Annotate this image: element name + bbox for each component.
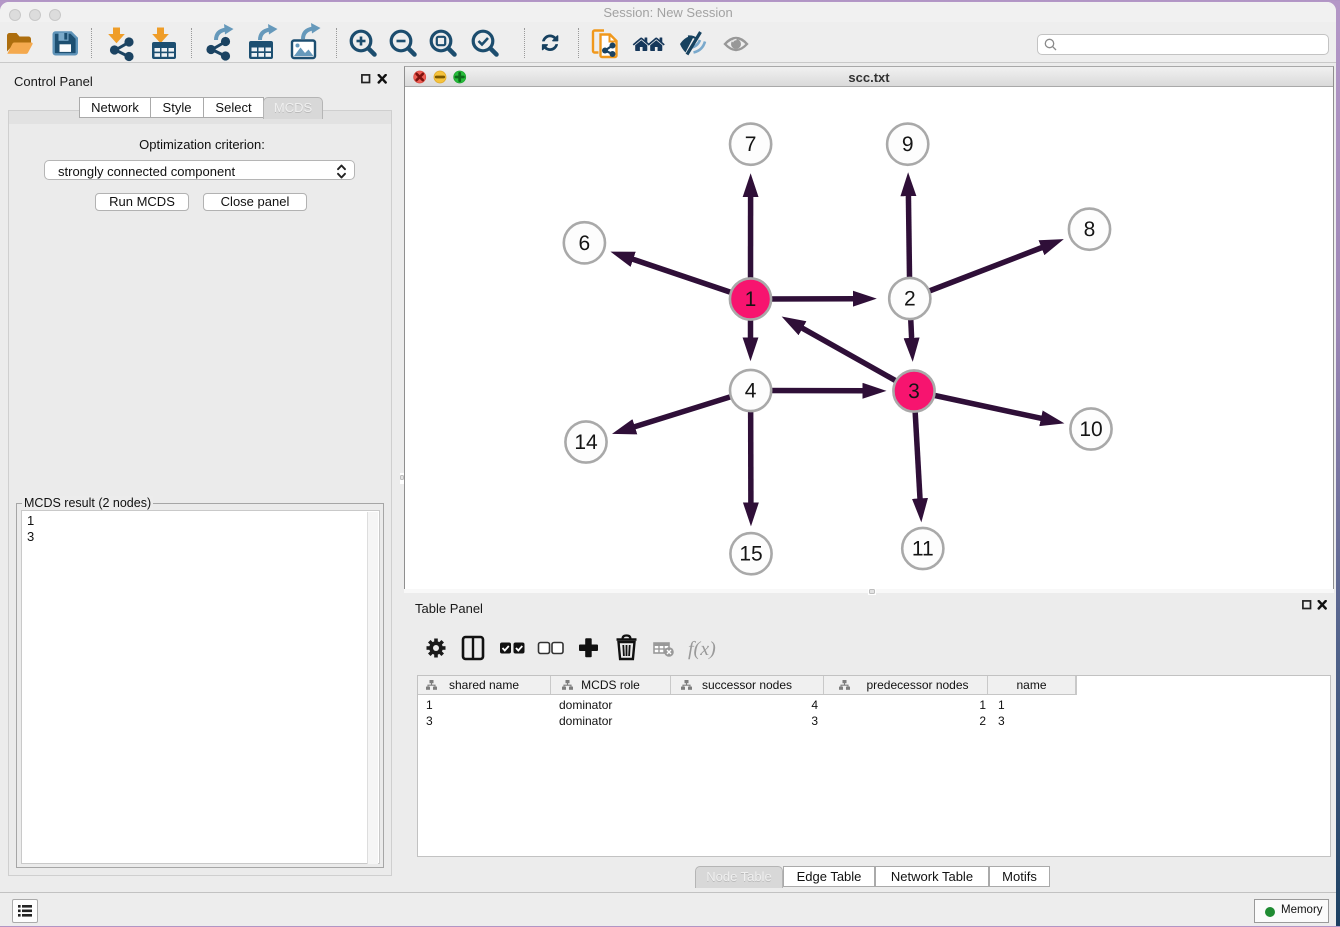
svg-text:3: 3	[908, 380, 920, 403]
svg-text:7: 7	[745, 133, 757, 156]
svg-text:4: 4	[745, 380, 757, 403]
svg-text:f(x): f(x)	[688, 638, 716, 660]
svg-text:1: 1	[745, 288, 757, 311]
svg-text:11: 11	[912, 538, 934, 561]
svg-text:14: 14	[574, 431, 598, 454]
svg-text:2: 2	[904, 288, 916, 311]
svg-text:15: 15	[739, 543, 762, 566]
svg-text:9: 9	[902, 133, 914, 156]
svg-text:6: 6	[579, 232, 591, 255]
svg-text:10: 10	[1079, 418, 1102, 441]
svg-text:8: 8	[1084, 218, 1096, 241]
